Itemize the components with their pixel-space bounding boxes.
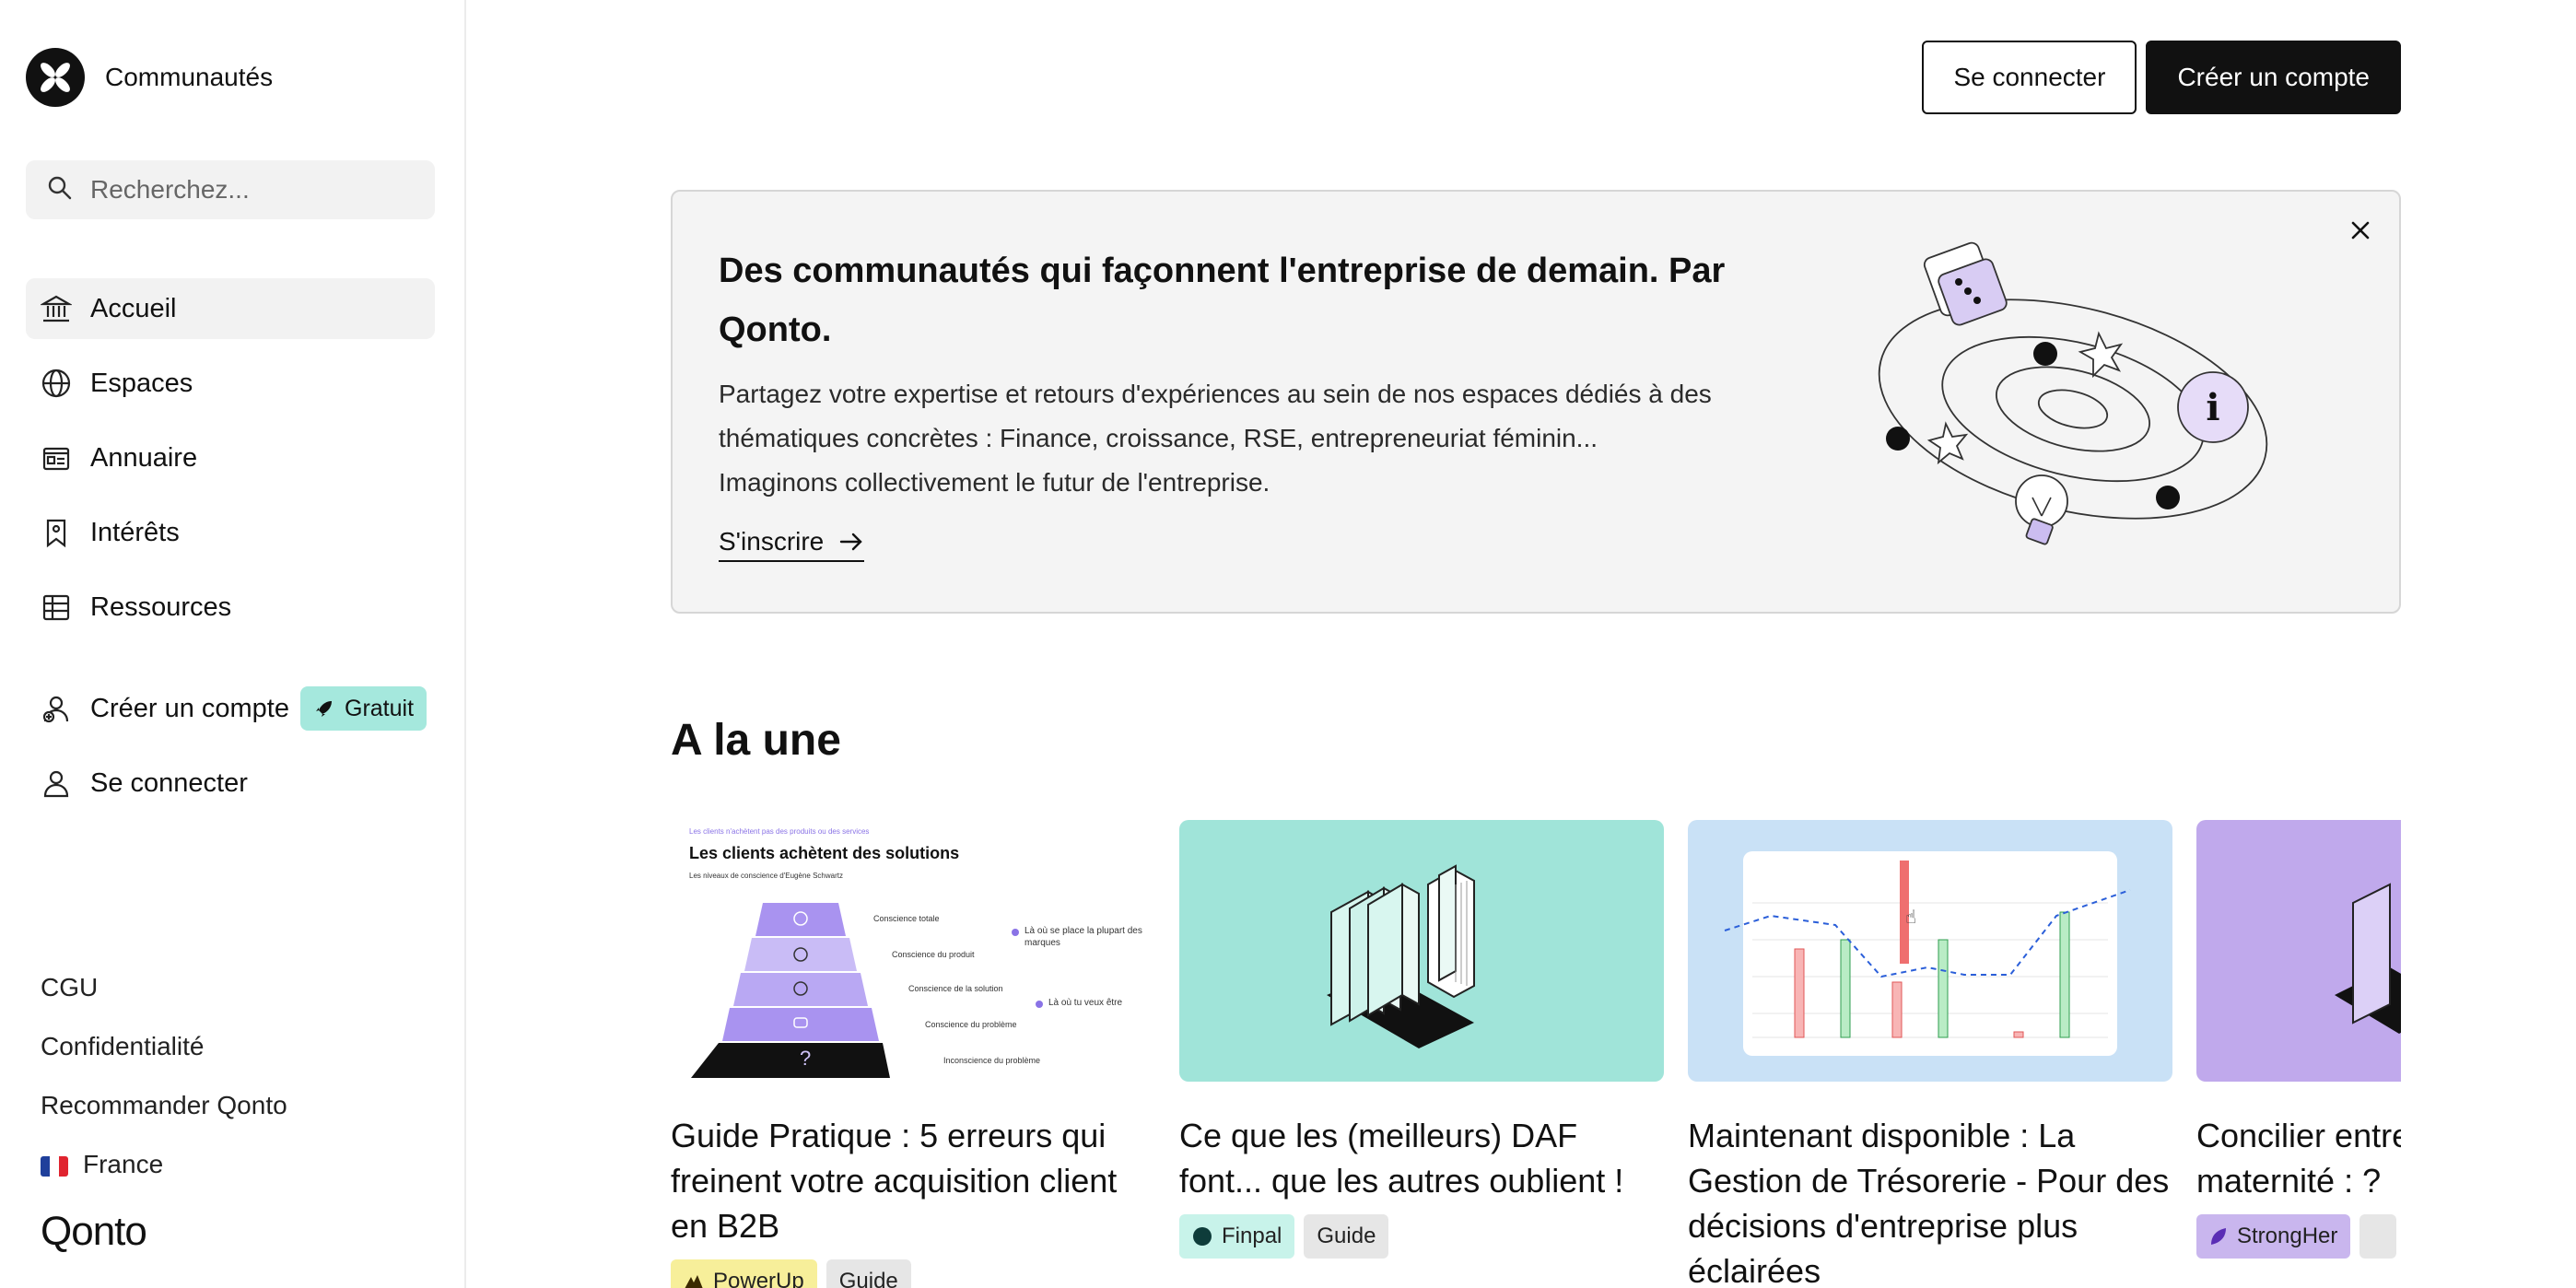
level-label: Conscience du produit xyxy=(892,950,975,959)
image-note: Là où tu veux être xyxy=(1048,998,1123,1008)
bookmark-icon xyxy=(41,517,72,548)
tag-label: StrongHer xyxy=(2237,1224,2338,1248)
tag-finpal[interactable]: Finpal xyxy=(1179,1214,1295,1259)
create-account-label: Créer un compte xyxy=(90,693,289,723)
nav-item-accueil[interactable]: Accueil xyxy=(26,278,435,339)
login-label: Se connecter xyxy=(90,767,248,798)
sidebar: Communautés Accueil Espaces xyxy=(0,0,466,1288)
card-title: Maintenant disponible : La Gestion de Tr… xyxy=(1688,1117,2170,1288)
level-label: Inconscience du problème xyxy=(943,1056,1041,1065)
nav-item-espaces[interactable]: Espaces xyxy=(26,353,435,414)
hero-banner: Des communautés qui façonnent l'entrepri… xyxy=(671,190,2401,614)
signup-link[interactable]: S'inscrire xyxy=(719,527,865,562)
main-nav: Accueil Espaces Annuaire Intérêts Ressou… xyxy=(26,278,435,651)
card-image: ☝ xyxy=(1688,820,2172,1082)
hero-paragraph: Imaginons collectivement le futur de l'e… xyxy=(719,468,1270,497)
question-mark: ? xyxy=(800,1047,812,1070)
login-button[interactable]: Se connecter xyxy=(1922,41,2137,114)
tag-more[interactable] xyxy=(2359,1214,2397,1259)
finpal-icon xyxy=(1192,1226,1212,1247)
nav-label: Espaces xyxy=(90,368,193,398)
tag-powerup[interactable]: PowerUp xyxy=(671,1259,817,1288)
powerup-icon xyxy=(684,1273,704,1288)
footer-links: CGU Confidentialité Recommander Qonto Fr… xyxy=(41,958,287,1194)
privacy-link[interactable]: Confidentialité xyxy=(41,1017,287,1076)
arrow-right-icon xyxy=(838,531,864,553)
search-input[interactable] xyxy=(90,175,422,205)
galaxy-illustration: i xyxy=(1878,241,2268,545)
signup-link-label: S'inscrire xyxy=(719,527,825,556)
level-label: Conscience de la solution xyxy=(908,984,1003,993)
hero-text: Partagez votre expertise et retours d'ex… xyxy=(719,372,1787,505)
level-label: Conscience du problème xyxy=(925,1020,1017,1029)
card-tags: PowerUp Guide xyxy=(671,1259,1155,1288)
strongher-icon xyxy=(2209,1226,2228,1247)
nav-label: Accueil xyxy=(90,293,177,323)
topbar: Se connecter Créer un compte xyxy=(1922,41,2401,114)
featured-carousel: Les clients n'achètent pas des produits … xyxy=(671,820,2401,1288)
card-image xyxy=(2196,820,2401,1082)
tag-strongher[interactable]: StrongHer xyxy=(2196,1214,2351,1259)
bank-icon xyxy=(41,293,72,324)
nav-item-annuaire[interactable]: Annuaire xyxy=(26,427,435,488)
nav-item-ressources[interactable]: Ressources xyxy=(26,577,435,638)
france-flag-icon xyxy=(41,1155,68,1177)
nav-item-interets[interactable]: Intérêts xyxy=(26,502,435,563)
brand-name: Communautés xyxy=(105,63,274,91)
tag-label: Finpal xyxy=(1222,1224,1282,1248)
hero-title: Des communautés qui façonnent l'entrepri… xyxy=(719,252,1726,349)
search-icon xyxy=(46,174,74,206)
signup-button[interactable]: Créer un compte xyxy=(2146,41,2401,114)
article-card[interactable]: ☝ Maintenant disponible : La Gestion de … xyxy=(1688,820,2172,1288)
card-image: Les clients n'achètent pas des produits … xyxy=(671,820,1155,1082)
globe-icon xyxy=(41,368,72,399)
article-card[interactable]: Ce que les (meilleurs) DAF font... que l… xyxy=(1179,820,1664,1259)
card-tags: Finpal Guide xyxy=(1179,1214,1664,1259)
tag-label: Guide xyxy=(838,1269,898,1288)
article-card[interactable]: Les clients n'achètent pas des produits … xyxy=(671,820,1155,1288)
free-badge: Gratuit xyxy=(300,686,427,731)
tag-label: Guide xyxy=(1317,1224,1376,1248)
user-icon xyxy=(41,767,72,799)
card-title: Ce que les (meilleurs) DAF font... que l… xyxy=(1179,1117,1624,1200)
treasury-chart-illustration: ☝ xyxy=(1724,851,2131,1056)
svg-text:i: i xyxy=(2206,386,2219,429)
communities-logo-icon xyxy=(26,48,85,107)
nav-label: Intérêts xyxy=(90,517,180,547)
card-tags: StrongHer xyxy=(2196,1214,2401,1259)
recommend-link[interactable]: Recommander Qonto xyxy=(41,1076,287,1135)
user-add-icon xyxy=(41,693,72,724)
article-card[interactable]: Concilier entrepreneuriat et maternité :… xyxy=(2196,820,2401,1259)
qonto-logo[interactable]: Qonto xyxy=(41,1209,147,1255)
rocket-icon xyxy=(313,697,335,720)
section-title: A la une xyxy=(671,716,841,765)
sidebar-create-account[interactable]: Créer un compte Gratuit xyxy=(26,678,435,739)
country-selector[interactable]: France xyxy=(41,1135,287,1194)
app-root: Communautés Accueil Espaces xyxy=(0,0,2576,1288)
search-box[interactable] xyxy=(26,160,435,219)
tag-guide[interactable]: Guide xyxy=(825,1259,911,1288)
books-illustration xyxy=(1327,864,1475,1048)
directory-icon xyxy=(41,442,72,474)
cgu-link[interactable]: CGU xyxy=(41,958,287,1017)
card-image xyxy=(1179,820,1664,1082)
country-label: France xyxy=(83,1150,164,1178)
tag-guide[interactable]: Guide xyxy=(1304,1214,1389,1259)
nav-label: Ressources xyxy=(90,591,232,622)
sidebar-login[interactable]: Se connecter xyxy=(26,753,435,814)
svg-text:☝: ☝ xyxy=(1905,906,1916,928)
card-title: Guide Pratique : 5 erreurs qui freinent … xyxy=(671,1117,1118,1245)
image-note: Là où se place la plupart des marques xyxy=(1025,926,1142,948)
level-label: Conscience totale xyxy=(873,914,940,923)
free-badge-label: Gratuit xyxy=(345,695,415,721)
hero-paragraph: Partagez votre expertise et retours d'ex… xyxy=(719,380,1712,452)
table-icon xyxy=(41,591,72,623)
tag-label: PowerUp xyxy=(713,1269,804,1288)
card-title: Concilier entrepreneuriat et maternité :… xyxy=(2196,1117,2401,1200)
account-links: Créer un compte Gratuit Se connecter xyxy=(26,678,435,827)
books-illustration xyxy=(2335,883,2401,1034)
nav-label: Annuaire xyxy=(90,442,198,473)
close-icon[interactable] xyxy=(2344,214,2377,247)
brand[interactable]: Communautés xyxy=(26,48,273,107)
